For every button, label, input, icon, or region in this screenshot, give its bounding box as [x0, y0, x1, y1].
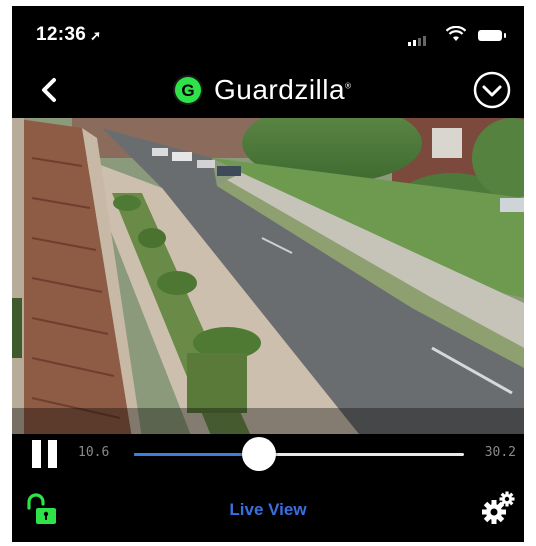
- chevron-down-circle-icon[interactable]: [472, 70, 512, 110]
- time-start: 10.6: [78, 445, 110, 460]
- pause-icon[interactable]: [30, 440, 60, 468]
- time-end: 30.2: [484, 445, 516, 460]
- signal-icon: [408, 28, 428, 46]
- live-view-button[interactable]: Live View: [12, 500, 524, 520]
- brand-logo: G Guardzilla®: [172, 74, 351, 106]
- seek-progress: [134, 453, 260, 456]
- wifi-icon: [446, 26, 466, 41]
- app-screen: 12:36 ➚ G Guardzilla® 10.6 30.2 Live Vie…: [12, 6, 524, 542]
- gears-icon[interactable]: [480, 490, 516, 526]
- camera-feed[interactable]: [12, 118, 524, 438]
- seek-thumb[interactable]: [242, 437, 277, 471]
- location-arrow-icon: ➚: [90, 28, 102, 43]
- status-time: 12:36 ➚: [36, 24, 102, 45]
- brand-name: Guardzilla®: [214, 74, 352, 105]
- guardzilla-logo-icon: G: [173, 75, 203, 105]
- status-bar: 12:36 ➚: [12, 6, 524, 62]
- battery-icon: [478, 30, 506, 41]
- bottom-bar: Live View: [12, 476, 524, 542]
- seek-track[interactable]: [134, 437, 464, 471]
- app-header: G Guardzilla®: [12, 62, 524, 118]
- playback-controls: 10.6 30.2: [12, 434, 524, 474]
- brand-logo-letter: G: [181, 81, 194, 100]
- chevron-left-icon[interactable]: [30, 70, 70, 110]
